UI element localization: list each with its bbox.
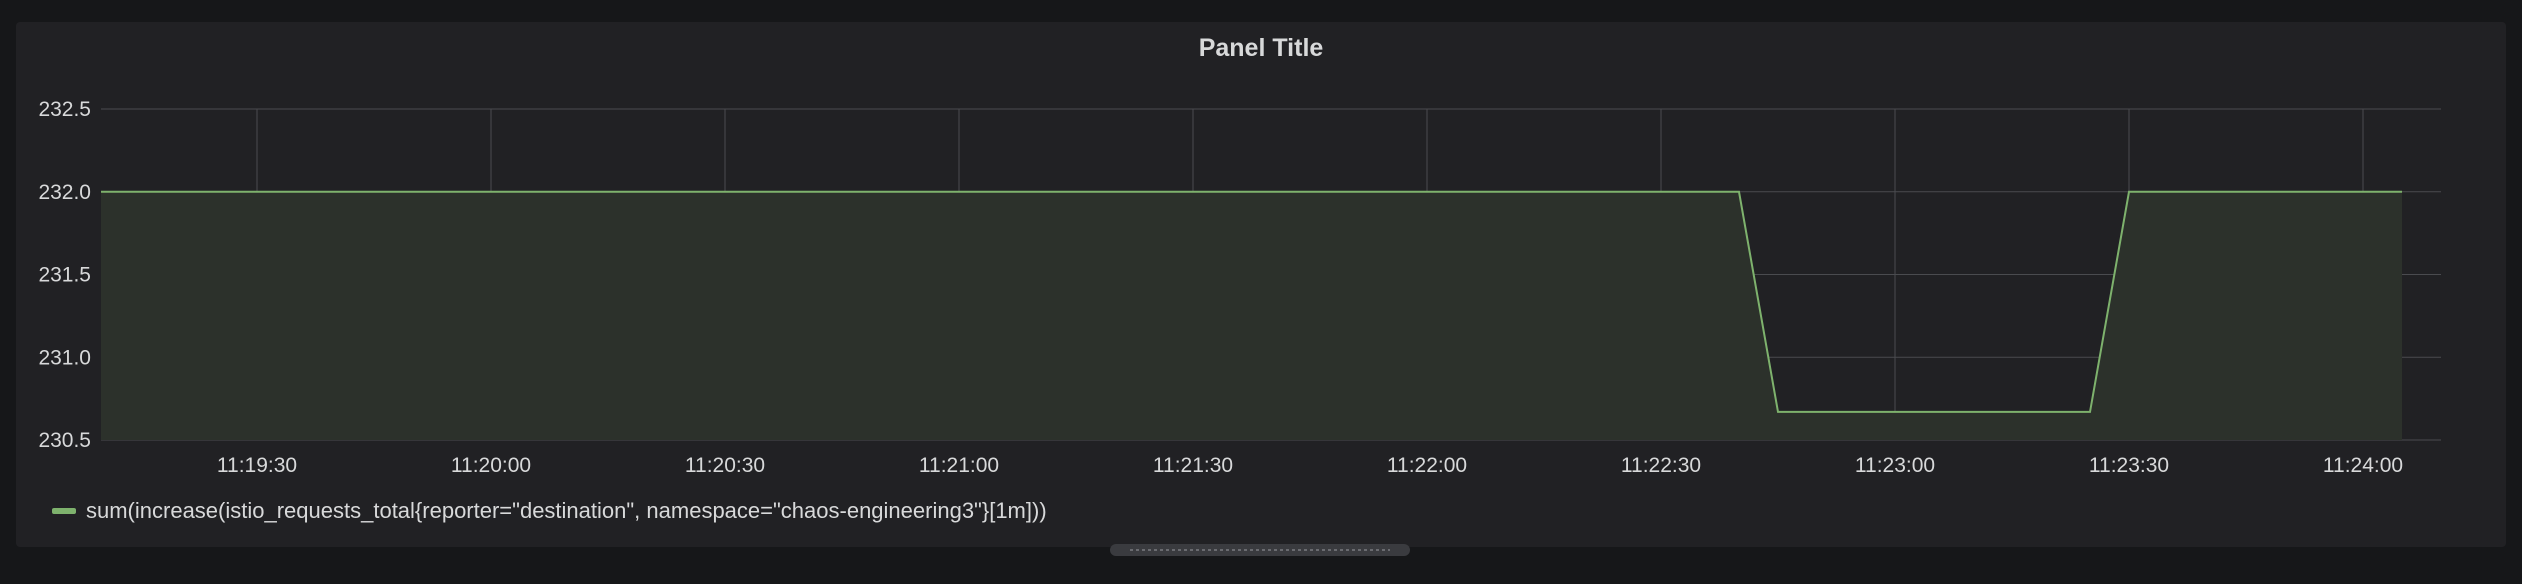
x-tick-label: 11:22:00 [1387,454,1467,477]
x-tick-label: 11:21:30 [1153,454,1233,477]
x-tick-label: 11:21:00 [919,454,999,477]
x-tick-label: 11:19:30 [217,454,297,477]
series-layer [100,190,2403,440]
series-area [101,191,2402,440]
y-tick-label: 231.5 [38,264,91,287]
x-tick-label: 11:23:00 [1855,454,1935,477]
x-tick-label: 11:23:30 [2089,454,2169,477]
legend-label[interactable]: sum(increase(istio_requests_total{report… [86,498,1047,524]
panel-resize-handle[interactable] [1110,544,1410,556]
y-tick-label: 232.0 [38,181,91,204]
x-tick-label: 11:20:00 [451,454,531,477]
x-tick-label: 11:20:30 [685,454,765,477]
y-tick-label: 230.5 [38,429,91,452]
y-axis-ticks: 230.5 231.0 231.5 232.0 232.5 [38,98,91,452]
graph-panel: Panel Title 230.5 231.0 231.5 232.0 232.5 11… [16,22,2506,547]
legend-swatch[interactable] [52,508,76,514]
legend: sum(increase(istio_requests_total{report… [52,498,1047,524]
grip-icon [1130,549,1390,551]
y-tick-label: 232.5 [38,98,91,121]
line-chart: 230.5 231.0 231.5 232.0 232.5 11:19:30 11:20:… [38,98,2441,477]
x-axis-ticks: 11:19:30 11:20:00 11:20:30 11:21:00 11:21:30… [217,454,2403,477]
y-tick-label: 231.0 [38,346,91,369]
x-tick-label: 11:22:30 [1621,454,1701,477]
x-tick-label: 11:24:00 [2323,454,2403,477]
